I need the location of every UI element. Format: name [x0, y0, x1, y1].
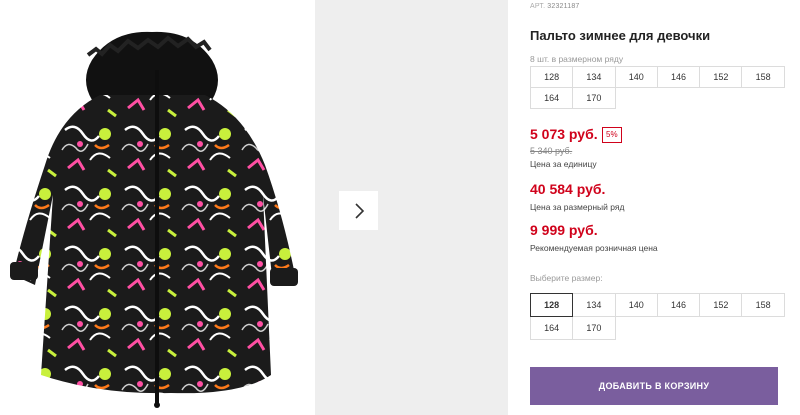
rrp-caption: Рекомендуемая розничная цена [530, 243, 658, 253]
pack-size-grid: 128 134 140 146 152 158 164 170 [530, 66, 785, 109]
size-option-selected[interactable]: 128 [530, 293, 574, 317]
gallery-next-button[interactable] [339, 191, 378, 230]
size-option[interactable]: 170 [572, 316, 616, 340]
article-number: АРТ. 32321187 [530, 3, 580, 10]
pack-size-cell: 170 [572, 87, 616, 109]
pack-size-cell: 140 [614, 66, 658, 88]
pack-size-cell: 164 [530, 87, 574, 109]
pack-size-label: 8 шт. в размерном ряду [530, 54, 624, 64]
pack-size-cell: 152 [699, 66, 743, 88]
chevron-right-icon [354, 202, 364, 219]
size-option[interactable]: 158 [741, 293, 785, 317]
size-option[interactable]: 146 [656, 293, 701, 317]
size-selector: 128 134 140 146 152 158 164 170 [530, 293, 785, 340]
size-option[interactable]: 152 [699, 293, 743, 317]
old-price: 5 340 руб. [530, 146, 573, 156]
unit-price-caption: Цена за единицу [530, 159, 597, 169]
choose-size-label: Выберите размер: [530, 273, 603, 283]
pack-price-caption: Цена за размерный ряд [530, 202, 625, 212]
coat-image [10, 31, 298, 408]
pack-price: 40 584 руб. [530, 181, 606, 197]
pack-size-cell: 134 [572, 66, 616, 88]
size-option[interactable]: 134 [572, 293, 616, 317]
add-to-cart-button[interactable]: ДОБАВИТЬ В КОРЗИНУ [530, 367, 778, 405]
product-title: Пальто зимнее для девочки [530, 28, 711, 43]
product-info: АРТ. 32321187 Пальто зимнее для девочки 8… [530, 0, 800, 415]
article-label: АРТ. [530, 3, 546, 10]
pack-size-cell: 158 [741, 66, 785, 88]
pack-size-cell: 146 [656, 66, 701, 88]
unit-price: 5 073 руб. [530, 126, 598, 142]
size-option[interactable]: 164 [530, 316, 574, 340]
product-image[interactable] [0, 0, 315, 415]
pack-size-cell: 128 [530, 66, 574, 88]
size-option[interactable]: 140 [614, 293, 658, 317]
article-value: 32321187 [547, 3, 580, 10]
discount-badge: 5% [602, 127, 622, 143]
rrp-price: 9 999 руб. [530, 222, 598, 238]
